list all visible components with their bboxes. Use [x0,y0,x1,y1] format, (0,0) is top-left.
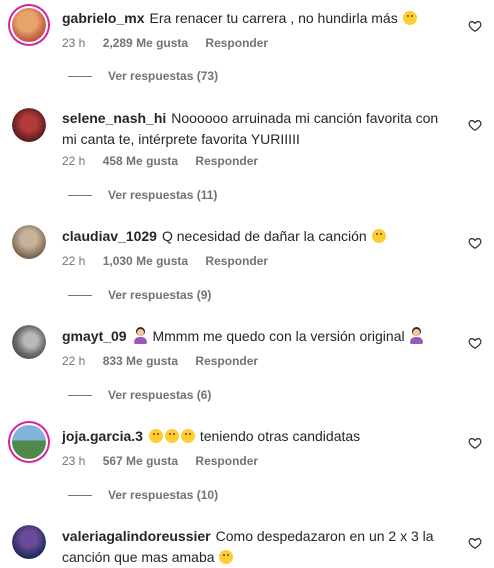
reply-button[interactable]: Responder [205,254,268,268]
username[interactable]: claudiav_1029 [62,228,157,244]
comment-meta: 22 h 458 Me gusta Responder [62,153,272,169]
reply-button[interactable]: Responder [195,154,258,168]
comment-meta: 23 h 2,289 Me gusta Responder [62,35,282,51]
comment-meta: 23 h 567 Me gusta Responder [62,453,272,469]
comment-meta: 22 h 833 Me gusta Responder [62,353,272,369]
view-replies-button[interactable]: Ver respuestas (73) [68,69,218,85]
comment-time: 23 h [62,36,86,50]
username[interactable]: joja.garcia.3 [62,428,143,444]
reply-button[interactable]: Responder [195,354,258,368]
comment-text: Era renacer tu carrera , no hundirla más [149,10,398,26]
comment-time: 22 h [62,154,86,168]
avatar[interactable] [12,525,46,559]
heart-icon[interactable] [468,236,482,250]
avatar[interactable] [12,425,46,459]
comment-text: Mmmm me quedo con la versión original [152,328,405,344]
person-shrugging-emoji [409,329,424,344]
reply-button[interactable]: Responder [205,36,268,50]
divider-line [68,395,92,397]
view-replies-label: Ver respuestas (73) [108,69,219,83]
comment-time: 22 h [62,354,86,368]
reply-button[interactable]: Responder [195,454,258,468]
username[interactable]: selene_nash_hi [62,110,166,126]
crying-faces-emoji [148,428,196,444]
comment-meta: 22 h 1,030 Me gusta Responder [62,253,282,269]
divider-line [68,295,92,297]
view-replies-button[interactable]: Ver respuestas (9) [68,288,211,304]
username[interactable]: gmayt_09 [62,328,127,344]
likes-count[interactable]: 567 Me gusta [103,454,178,468]
hushed-face-emoji [371,229,386,243]
heart-icon[interactable] [468,436,482,450]
likes-count[interactable]: 1,030 Me gusta [103,254,188,268]
view-replies-label: Ver respuestas (6) [108,388,212,402]
avatar[interactable] [12,108,46,142]
avatar[interactable] [12,325,46,359]
view-replies-button[interactable]: Ver respuestas (6) [68,388,211,404]
divider-line [68,76,92,78]
likes-count[interactable]: 2,289 Me gusta [103,36,188,50]
heart-icon[interactable] [468,336,482,350]
comment-time: 22 h [62,254,86,268]
view-replies-label: Ver respuestas (10) [108,488,219,502]
view-replies-button[interactable]: Ver respuestas (11) [68,188,217,204]
likes-count[interactable]: 458 Me gusta [103,154,178,168]
avatar[interactable] [12,8,46,42]
comment-text: Q necesidad de dañar la canción [161,228,367,244]
heart-icon[interactable] [468,536,482,550]
divider-line [68,495,92,497]
comment-time: 23 h [62,454,86,468]
view-replies-label: Ver respuestas (11) [108,188,218,202]
heart-icon[interactable] [468,19,482,33]
shushing-face-emoji [402,11,417,25]
view-replies-button[interactable]: Ver respuestas (10) [68,488,218,504]
view-replies-label: Ver respuestas (9) [108,288,212,302]
comment-text: teniendo otras candidatas [199,428,361,444]
divider-line [68,195,92,197]
username[interactable]: valeriagalindoreussier [62,528,211,544]
likes-count[interactable]: 833 Me gusta [103,354,178,368]
username[interactable]: gabrielo_mx [62,10,144,26]
person-gesturing-no-emoji [133,329,148,344]
avatar[interactable] [12,225,46,259]
heart-icon[interactable] [468,118,482,132]
